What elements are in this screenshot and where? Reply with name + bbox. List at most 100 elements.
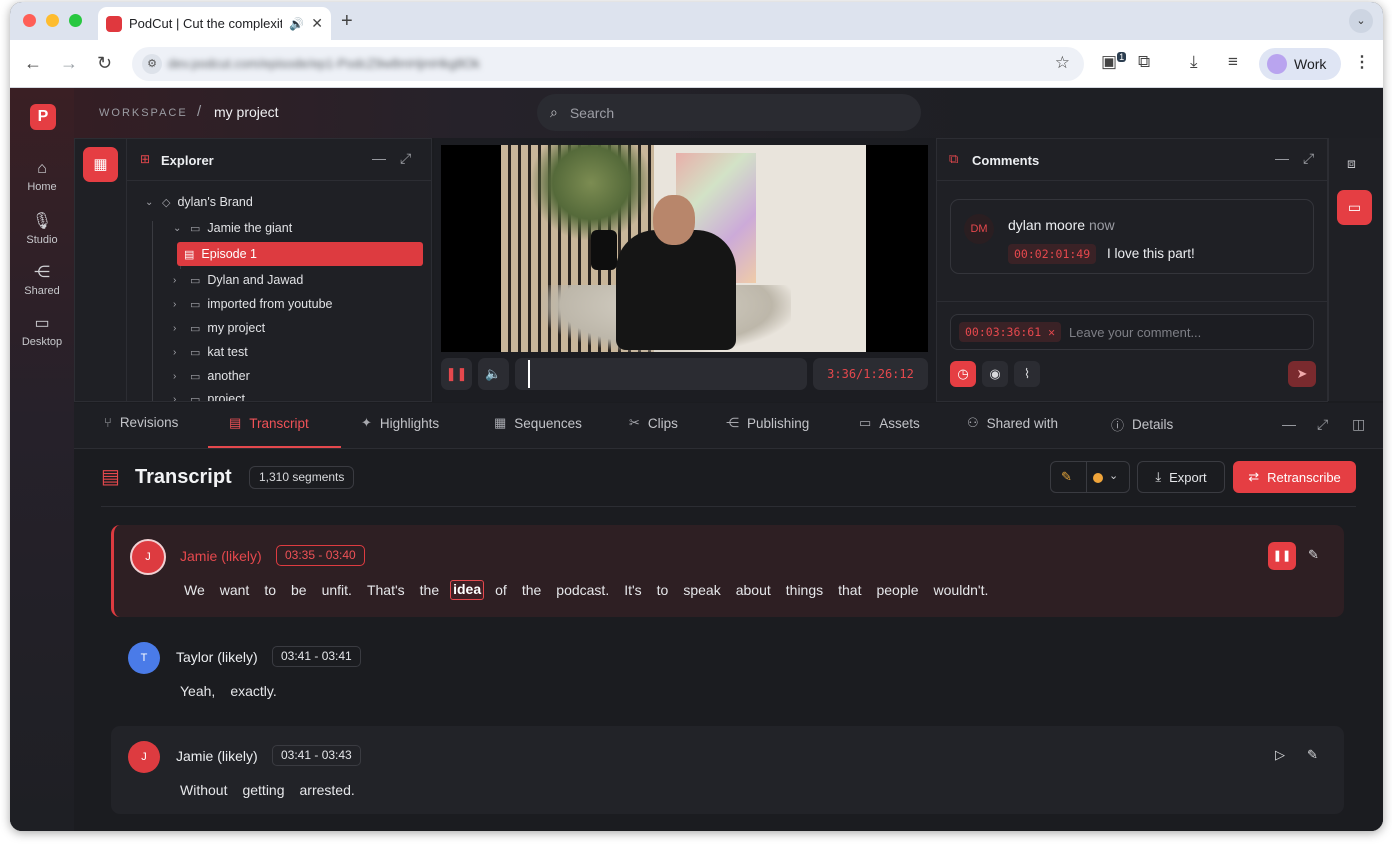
- transcript-word[interactable]: to: [657, 582, 669, 598]
- tab-search-icon[interactable]: ⌄: [1349, 9, 1373, 33]
- layout-icon[interactable]: ▦: [83, 147, 118, 182]
- tree-item-project[interactable]: › ▭ project: [173, 387, 245, 401]
- expand-icon[interactable]: ⤢: [400, 150, 411, 167]
- volume-button[interactable]: 🔈: [478, 358, 509, 390]
- transcript-word[interactable]: people: [876, 582, 918, 598]
- breadcrumb-workspace[interactable]: WORKSPACE: [99, 107, 188, 119]
- transcript-word[interactable]: idea: [450, 580, 485, 600]
- tab-clips[interactable]: ✂ Clips: [629, 415, 678, 431]
- site-settings-icon[interactable]: ⚙: [142, 54, 162, 74]
- comment-card[interactable]: DM dylan moore now 00:02:01:49 I love th…: [950, 199, 1314, 274]
- minimize-icon[interactable]: —: [372, 150, 386, 166]
- minimize-icon[interactable]: —: [1282, 416, 1296, 432]
- playlist-icon[interactable]: ≡: [1228, 52, 1238, 72]
- pause-button[interactable]: ❚❚: [441, 358, 472, 390]
- tree-item-jamie[interactable]: ⌄ ▭ Jamie the giant: [173, 216, 292, 240]
- nav-desktop[interactable]: ▭ Desktop: [10, 313, 74, 348]
- tree-item-kat-test[interactable]: › ▭ kat test: [173, 340, 248, 364]
- timestamp-toggle-button[interactable]: ◷: [950, 361, 976, 387]
- edit-mode-control[interactable]: ✎ ⌄: [1050, 461, 1130, 493]
- tab-highlights[interactable]: ✦ Highlights: [361, 415, 439, 431]
- new-tab-button[interactable]: +: [341, 10, 353, 33]
- attach-button[interactable]: ⌇: [1014, 361, 1040, 387]
- search-input[interactable]: ⌕ Search: [537, 94, 921, 131]
- nav-home[interactable]: ⌂ Home: [10, 160, 74, 193]
- speaker-name[interactable]: Taylor (likely): [176, 649, 258, 665]
- forward-icon[interactable]: →: [60, 52, 78, 74]
- pencil-icon[interactable]: ✎: [1307, 747, 1318, 763]
- transcript-word[interactable]: speak: [683, 582, 720, 598]
- tab-details[interactable]: ⓘ Details: [1111, 415, 1173, 434]
- transcript-word[interactable]: getting: [242, 782, 284, 798]
- speaker-name[interactable]: Jamie (likely): [176, 748, 258, 764]
- expand-icon[interactable]: ⤢: [1317, 416, 1328, 433]
- transcript-word[interactable]: exactly.: [230, 683, 276, 699]
- transcript-word[interactable]: unfit.: [322, 582, 352, 598]
- chevron-down-icon[interactable]: ⌄: [1109, 469, 1118, 482]
- chevron-right-icon[interactable]: ›: [173, 299, 183, 310]
- expand-icon[interactable]: ⤢: [1303, 150, 1314, 167]
- chevron-down-icon[interactable]: ⌄: [145, 197, 155, 208]
- puzzle-icon[interactable]: ⧉: [1138, 52, 1150, 72]
- play-icon[interactable]: ▷: [1275, 747, 1285, 763]
- transcript-word[interactable]: about: [736, 582, 771, 598]
- sidebar-toggle-icon[interactable]: ◫: [1352, 416, 1365, 433]
- video-frame[interactable]: [441, 145, 928, 352]
- address-bar[interactable]: ⚙ dev.podcut.com/episode/ep1-PodcZ9w8mHj…: [132, 47, 1084, 81]
- palette-button[interactable]: ◉: [982, 361, 1008, 387]
- pencil-icon[interactable]: ✎: [1308, 547, 1319, 563]
- tab-sequences[interactable]: ▦ Sequences: [494, 415, 582, 431]
- chevron-right-icon[interactable]: ›: [173, 323, 183, 334]
- transcript-segment[interactable]: J Jamie (likely) 03:41 - 03:43 Without ge…: [111, 726, 1344, 814]
- remove-timecode-icon[interactable]: ✕: [1048, 325, 1055, 339]
- download-icon[interactable]: ⤓: [1190, 52, 1198, 72]
- transcript-word[interactable]: Without: [180, 782, 227, 798]
- retranscribe-button[interactable]: ⇄ Retranscribe: [1233, 461, 1356, 493]
- pause-segment-button[interactable]: ❚❚: [1268, 542, 1296, 570]
- tree-item-episode-1[interactable]: ▤ Episode 1: [177, 242, 423, 266]
- segment-time[interactable]: 03:41 - 03:41: [272, 646, 361, 667]
- pencil-icon[interactable]: ✎: [1061, 469, 1072, 485]
- chevron-right-icon[interactable]: ›: [173, 394, 183, 402]
- extension-icon[interactable]: ▣ 1: [1101, 52, 1127, 72]
- chevron-down-icon[interactable]: ⌄: [173, 223, 183, 234]
- comment-input[interactable]: 00:03:36:61 ✕ Leave your comment...: [950, 314, 1314, 350]
- tab-shared-with[interactable]: ⚇ Shared with: [967, 415, 1058, 431]
- tab-transcript[interactable]: ▤ Transcript: [229, 415, 309, 431]
- tree-item-dylan-jawad[interactable]: › ▭ Dylan and Jawad: [173, 268, 303, 292]
- podcut-logo[interactable]: P: [30, 104, 56, 130]
- shapes-icon[interactable]: ⧈: [1347, 155, 1356, 172]
- back-icon[interactable]: ←: [24, 52, 42, 74]
- minimize-icon[interactable]: —: [1275, 150, 1289, 166]
- chevron-right-icon[interactable]: ›: [173, 347, 183, 358]
- transcript-word[interactable]: We: [184, 582, 205, 598]
- timeline-scrubber[interactable]: [515, 358, 807, 390]
- close-window-icon[interactable]: [23, 14, 36, 27]
- nav-studio[interactable]: 🎙 Studio: [10, 211, 74, 246]
- transcript-word[interactable]: be: [291, 582, 307, 598]
- transcript-word[interactable]: That's: [367, 582, 405, 598]
- transcript-word[interactable]: arrested.: [300, 782, 355, 798]
- browser-tab[interactable]: PodCut | Cut the complexity 🔊 ✕: [98, 7, 331, 40]
- transcript-word[interactable]: podcast.: [556, 582, 609, 598]
- transcript-word[interactable]: to: [264, 582, 276, 598]
- transcript-word[interactable]: that: [838, 582, 861, 598]
- transcript-word[interactable]: of: [495, 582, 507, 598]
- tree-item-brand[interactable]: ⌄ ◇ dylan's Brand: [145, 190, 253, 214]
- minimize-window-icon[interactable]: [46, 14, 59, 27]
- send-comment-button[interactable]: ➤: [1288, 361, 1316, 387]
- speaker-icon[interactable]: 🔊: [289, 17, 304, 31]
- tree-item-my-project[interactable]: › ▭ my project: [173, 316, 265, 340]
- transcript-word[interactable]: the: [420, 582, 439, 598]
- transcript-word[interactable]: things: [786, 582, 823, 598]
- tab-assets[interactable]: ▭ Assets: [859, 415, 920, 431]
- transcript-word[interactable]: wouldn't.: [934, 582, 989, 598]
- tab-revisions[interactable]: ⑂ Revisions: [104, 415, 178, 430]
- comment-timecode[interactable]: 00:02:01:49: [1008, 244, 1097, 264]
- profile-button[interactable]: Work: [1259, 48, 1341, 80]
- chevron-right-icon[interactable]: ›: [173, 275, 183, 286]
- comment-input-timecode[interactable]: 00:03:36:61 ✕: [959, 322, 1062, 342]
- more-menu-icon[interactable]: ⋮: [1354, 52, 1370, 72]
- export-button[interactable]: ⤓ Export: [1137, 461, 1225, 493]
- bookmark-star-icon[interactable]: ☆: [1055, 53, 1070, 73]
